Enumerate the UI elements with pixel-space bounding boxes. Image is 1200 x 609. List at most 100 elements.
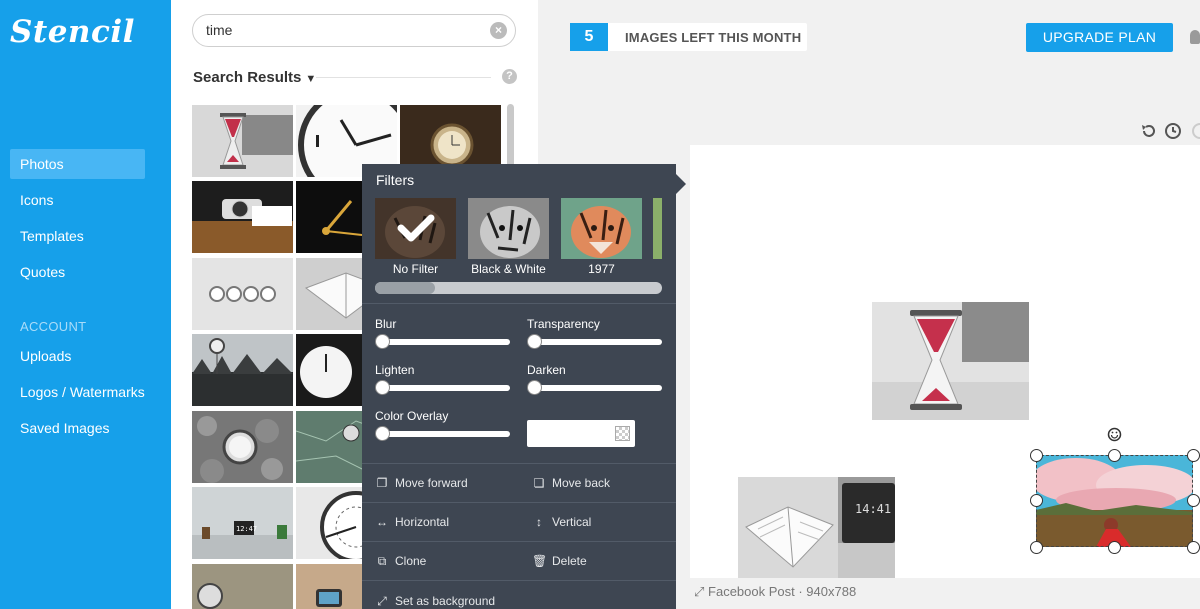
sidebar-item-icons[interactable]: Icons xyxy=(10,185,145,215)
question-icon[interactable]: ? xyxy=(502,69,517,84)
transparency-label: Transparency xyxy=(527,317,600,331)
sidebar-item-templates[interactable]: Templates xyxy=(10,221,145,251)
divider xyxy=(362,502,676,503)
filter-label-black-white: Black & White xyxy=(471,262,546,276)
blur-slider-knob[interactable] xyxy=(375,334,390,349)
expand-icon: ⤢ xyxy=(694,584,705,599)
lighten-label: Lighten xyxy=(375,363,415,377)
transparency-slider-track[interactable] xyxy=(534,339,662,345)
photo-thumbnail-hourglass[interactable] xyxy=(192,105,293,177)
history-icon[interactable] xyxy=(1164,122,1182,140)
darken-slider-knob[interactable] xyxy=(527,380,542,395)
sidebar-item-quotes[interactable]: Quotes xyxy=(10,257,145,287)
filter-label-1977: 1977 xyxy=(588,262,615,276)
delete-button[interactable]: 🗑 Delete xyxy=(532,554,587,568)
copy-icon: ⧉ xyxy=(377,554,387,568)
filters-scrollbar[interactable] xyxy=(375,282,662,294)
filter-option-1977[interactable] xyxy=(561,198,642,259)
photo-thumbnail-coins-watch[interactable] xyxy=(192,411,293,483)
flip-vertical-button[interactable]: ↕ Vertical xyxy=(532,515,591,529)
resize-handle-bottom-left[interactable] xyxy=(1030,541,1043,554)
vertical-arrows-icon: ↕ xyxy=(536,515,542,529)
layers-back-icon: ❏ xyxy=(533,476,545,490)
resize-handle-top-left[interactable] xyxy=(1030,449,1043,462)
layers-forward-icon: ❐ xyxy=(376,476,388,490)
canvas-image-planner-laptop[interactable]: 14:41 xyxy=(738,477,895,578)
horizontal-arrows-icon: ↔ xyxy=(376,515,388,529)
images-left-count: 5 xyxy=(570,23,608,51)
clone-label: Clone xyxy=(395,554,427,568)
app-logo[interactable]: Stencil xyxy=(10,14,135,50)
divider xyxy=(362,541,676,542)
lighten-slider-track[interactable] xyxy=(382,385,510,391)
photo-thumbnail-wristwatch[interactable] xyxy=(192,181,293,253)
filter-option-black-white[interactable] xyxy=(468,198,549,259)
undo-icon[interactable] xyxy=(1140,122,1158,140)
sidebar: Stencil Photos Icons Templates Quotes AC… xyxy=(0,0,171,609)
rotate-icon[interactable] xyxy=(1107,427,1122,442)
canvas-size-text: Facebook Post · 940x788 xyxy=(708,584,857,599)
horizontal-label: Horizontal xyxy=(395,515,450,529)
lighten-slider-knob[interactable] xyxy=(375,380,390,395)
images-left-label: IMAGES LEFT THIS MONTH xyxy=(625,30,802,45)
search-results-dropdown[interactable]: Search Results ▼ xyxy=(193,69,316,86)
clone-button[interactable]: ⧉ Clone xyxy=(375,554,427,569)
divider xyxy=(362,580,676,581)
sidebar-item-uploads[interactable]: Uploads xyxy=(10,341,145,371)
move-back-button[interactable]: ❏ Move back xyxy=(532,476,610,490)
vertical-label: Vertical xyxy=(552,515,592,529)
expand-icon: ⤢ xyxy=(377,594,387,608)
resize-handle-bottom[interactable] xyxy=(1108,541,1121,554)
photo-thumbnail-desk-clock[interactable]: 12:47 xyxy=(192,487,293,559)
search-input[interactable] xyxy=(206,22,476,38)
sidebar-item-logos-watermarks[interactable]: Logos / Watermarks xyxy=(10,377,145,407)
search-field[interactable]: × xyxy=(192,14,516,47)
move-back-label: Move back xyxy=(552,476,611,490)
canvas-image-hourglass[interactable] xyxy=(872,302,1029,420)
set-background-button[interactable]: ⤢ Set as background xyxy=(375,594,495,609)
overlay-color-picker[interactable] xyxy=(527,420,635,447)
transparent-swatch-icon xyxy=(615,426,630,441)
flip-horizontal-button[interactable]: ↔ Horizontal xyxy=(375,515,449,529)
color-overlay-slider-track[interactable] xyxy=(382,431,510,437)
resize-handle-bottom-right[interactable] xyxy=(1187,541,1200,554)
filters-title: Filters xyxy=(376,172,415,188)
filters-scroll-thumb[interactable] xyxy=(375,282,435,294)
darken-label: Darken xyxy=(527,363,566,377)
move-forward-button[interactable]: ❐ Move forward xyxy=(375,476,468,490)
bell-icon[interactable] xyxy=(1190,30,1200,44)
svg-text:12:47: 12:47 xyxy=(236,525,257,533)
transparency-slider-knob[interactable] xyxy=(527,334,542,349)
resize-handle-right[interactable] xyxy=(1187,494,1200,507)
search-results-title: Search Results xyxy=(193,69,302,86)
filter-option-next[interactable] xyxy=(653,198,662,259)
photo-thumbnail-stone-watch[interactable] xyxy=(192,564,293,609)
upgrade-plan-button[interactable]: UPGRADE PLAN xyxy=(1026,23,1173,52)
divider xyxy=(316,77,491,78)
photo-thumbnail-world-clocks[interactable] xyxy=(192,258,293,330)
darken-slider-track[interactable] xyxy=(534,385,662,391)
resize-handle-left[interactable] xyxy=(1030,494,1043,507)
divider xyxy=(362,463,676,464)
sidebar-item-saved-images[interactable]: Saved Images xyxy=(10,413,145,443)
blur-label: Blur xyxy=(375,317,397,331)
canvas-size-label[interactable]: ⤢ Facebook Post · 940x788 xyxy=(694,584,856,600)
filter-option-none[interactable] xyxy=(375,198,456,259)
photo-thumbnail-forest-clock[interactable] xyxy=(192,334,293,406)
close-circle-icon[interactable]: × xyxy=(490,22,507,39)
sidebar-item-photos[interactable]: Photos xyxy=(10,149,145,179)
resize-handle-top-right[interactable] xyxy=(1187,449,1200,462)
blur-slider-track[interactable] xyxy=(382,339,510,345)
redo-icon[interactable] xyxy=(1188,122,1200,140)
trash-icon: 🗑 xyxy=(532,554,548,568)
filters-popup: Filters No Filter Black & White 1977 Blu… xyxy=(362,164,676,609)
chevron-down-icon: ▼ xyxy=(305,73,317,85)
filter-label-none: No Filter xyxy=(392,262,439,276)
color-overlay-slider-knob[interactable] xyxy=(375,426,390,441)
move-forward-label: Move forward xyxy=(395,476,468,490)
delete-label: Delete xyxy=(552,554,587,568)
popup-pointer xyxy=(676,174,686,194)
selection-box[interactable] xyxy=(1036,455,1193,547)
resize-handle-top[interactable] xyxy=(1108,449,1121,462)
divider xyxy=(362,303,676,304)
